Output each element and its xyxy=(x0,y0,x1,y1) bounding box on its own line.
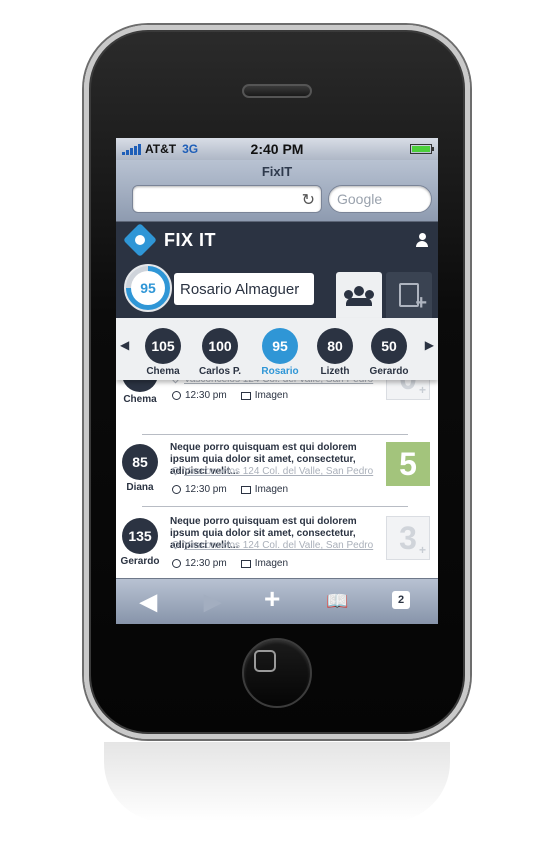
report-user-score: 85 xyxy=(122,444,158,480)
person-score: 100 xyxy=(202,328,238,364)
arrow-right-icon[interactable]: ▶ xyxy=(425,338,434,352)
forward-arrow-icon[interactable]: ▶ xyxy=(204,589,221,615)
browser-page-title: FixIT xyxy=(261,164,293,179)
person-item-selected[interactable]: 95 Rosario xyxy=(255,328,305,377)
vote-plus-icon: + xyxy=(418,543,426,557)
report-user-score: 135 xyxy=(122,518,158,554)
report-user-name: Diana xyxy=(126,482,154,493)
battery-icon xyxy=(410,144,434,154)
person-score: 105 xyxy=(145,328,181,364)
person-score: 50 xyxy=(371,328,407,364)
person-name: Chema xyxy=(146,366,180,377)
phone-screen: AT&T 3G 2:40 PM FixIT ↻ Google FIX IT 95… xyxy=(116,138,438,624)
report-location[interactable]: Vasconcelos 124 Col. del Valle, San Pedr… xyxy=(170,539,382,551)
profile-score: 95 xyxy=(131,271,165,305)
person-score: 95 xyxy=(262,328,298,364)
report-item[interactable]: 135 Gerardo Neque porro quisquam est qui… xyxy=(116,516,438,578)
speaker-grille xyxy=(242,84,312,98)
tab-people[interactable] xyxy=(336,272,382,318)
arrow-left-icon[interactable]: ◀ xyxy=(120,338,129,352)
people-icon xyxy=(344,286,374,306)
report-user-name: Gerardo xyxy=(120,556,160,567)
home-square-icon xyxy=(254,650,276,672)
clock-icon xyxy=(172,485,181,494)
image-icon xyxy=(240,485,251,494)
user-icon[interactable] xyxy=(416,233,428,247)
report-time: 12:30 pm xyxy=(185,484,227,495)
report-image-link[interactable]: Imagen xyxy=(255,390,288,401)
reload-icon[interactable]: ↻ xyxy=(302,190,315,210)
person-item[interactable]: 100 Carlos P. xyxy=(195,328,245,377)
report-image-link[interactable]: Imagen xyxy=(255,484,288,495)
bookmarks-icon[interactable]: 📖 xyxy=(326,591,348,612)
vote-count: 5 xyxy=(399,445,417,482)
person-name: Rosario xyxy=(261,366,299,377)
add-document-icon xyxy=(399,283,427,315)
add-bookmark-icon[interactable]: + xyxy=(264,583,280,615)
status-bar: AT&T 3G 2:40 PM xyxy=(116,138,438,160)
report-time: 12:30 pm xyxy=(185,390,227,401)
vote-box[interactable]: 3 + xyxy=(386,516,430,560)
image-icon xyxy=(240,559,251,568)
person-score: 80 xyxy=(317,328,353,364)
vote-count: 3 xyxy=(399,519,417,556)
clock-icon xyxy=(172,391,181,400)
report-item[interactable]: 85 Diana Neque porro quisquam est qui do… xyxy=(116,442,438,516)
image-icon xyxy=(240,391,251,400)
person-item[interactable]: 50 Gerardo xyxy=(364,328,414,377)
person-item[interactable]: 105 Chema xyxy=(138,328,188,377)
report-location[interactable]: Vasconcelos 124 Col. del Valle, San Pedr… xyxy=(170,465,382,477)
report-meta: 12:30 pm Imagen xyxy=(172,390,288,401)
report-meta: 12:30 pm Imagen xyxy=(172,558,288,569)
vote-box[interactable]: 5 xyxy=(386,442,430,486)
browser-bar: FixIT ↻ Google xyxy=(116,160,438,222)
browser-toolbar: ◀ ▶ + 📖 2 xyxy=(116,578,438,624)
feed-divider xyxy=(142,434,408,435)
report-image-link[interactable]: Imagen xyxy=(255,558,288,569)
vote-plus-icon: + xyxy=(418,383,426,397)
reports-feed: 105 Chema quia dolor sit amet, consectet… xyxy=(116,370,438,578)
profile-score-ring: 95 xyxy=(124,264,172,312)
person-item[interactable]: 80 Lizeth xyxy=(310,328,360,377)
phone-reflection xyxy=(104,742,450,822)
home-button[interactable] xyxy=(242,638,312,708)
search-input[interactable]: Google xyxy=(328,185,432,213)
profile-name[interactable]: Rosario Almaguer xyxy=(174,273,314,305)
back-arrow-icon[interactable]: ◀ xyxy=(140,589,157,615)
location-pin-icon xyxy=(170,465,181,476)
person-name: Lizeth xyxy=(320,366,350,377)
pages-icon[interactable]: 2 xyxy=(392,591,410,609)
tab-add-report[interactable] xyxy=(386,272,432,318)
url-input[interactable]: ↻ xyxy=(132,185,322,213)
report-meta: 12:30 pm Imagen xyxy=(172,484,288,495)
person-name: Gerardo xyxy=(369,366,409,377)
fixit-logo-icon xyxy=(123,223,157,257)
person-name: Carlos P. xyxy=(198,366,242,377)
feed-divider xyxy=(142,506,408,507)
report-time: 12:30 pm xyxy=(185,558,227,569)
people-carousel: ◀ 105 Chema 100 Carlos P. 95 Rosario 80 … xyxy=(116,318,438,380)
app-title: FIX IT xyxy=(164,229,216,250)
app-header: FIX IT xyxy=(116,222,438,258)
location-pin-icon xyxy=(170,539,181,550)
report-user-name: Chema xyxy=(123,394,157,405)
status-time: 2:40 PM xyxy=(250,141,304,157)
profile-bar: 95 Rosario Almaguer xyxy=(116,258,438,318)
clock-icon xyxy=(172,559,181,568)
